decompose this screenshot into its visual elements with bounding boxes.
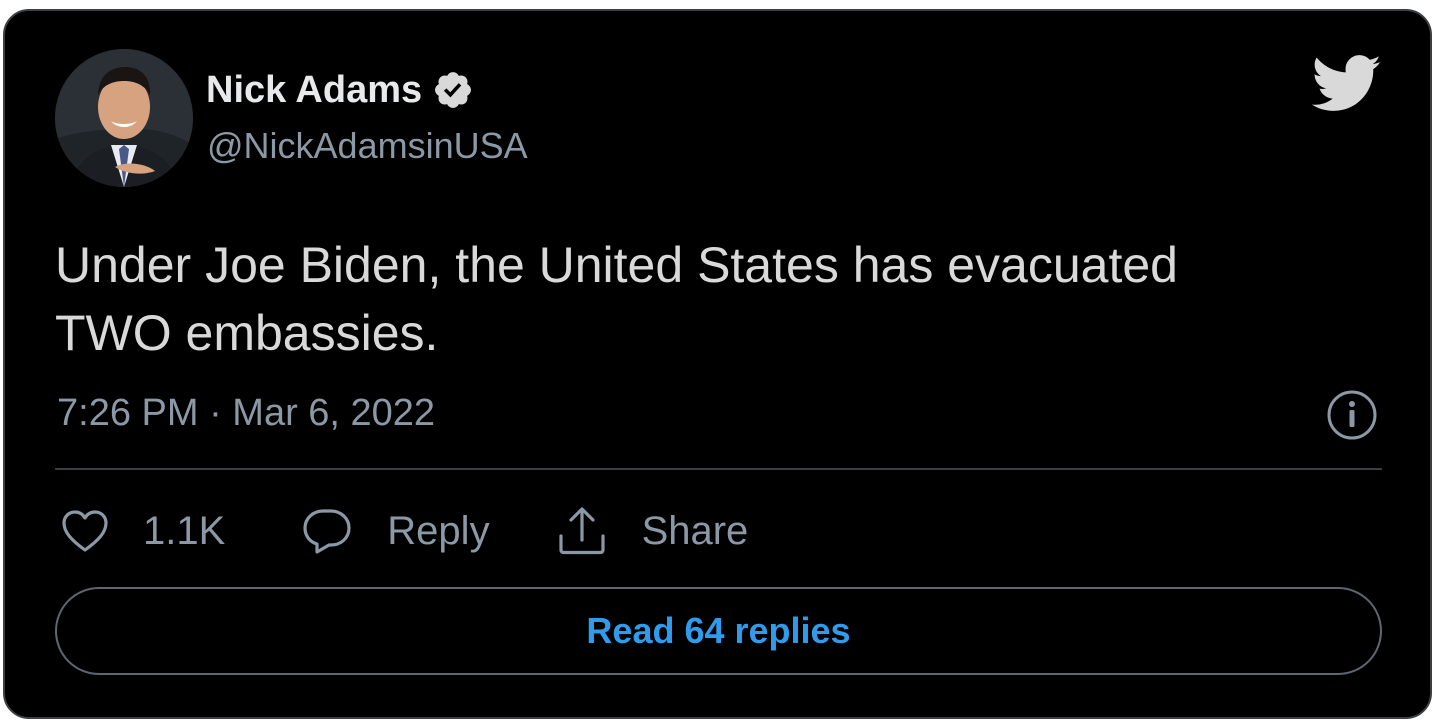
info-icon[interactable] [1326,389,1378,441]
speech-bubble-icon [301,507,353,555]
like-button[interactable]: 1.1K [61,509,225,553]
action-bar: 1.1K Reply Share [61,501,748,561]
read-replies-label: Read 64 replies [586,610,851,651]
heart-icon [61,509,109,553]
avatar[interactable] [55,49,193,187]
read-replies-button[interactable]: Read 64 replies [55,587,1382,675]
tweet-timestamp[interactable]: 7:26 PM · Mar 6, 2022 [57,394,435,432]
divider [55,468,1382,470]
like-count: 1.1K [143,509,226,553]
tweet-card: Nick Adams @NickAdamsinUSA Under Joe Bid… [3,9,1432,719]
avatar-photo-icon [55,49,193,187]
author-name-row: Nick Adams [206,69,474,111]
share-button[interactable]: Share [556,506,749,556]
tweet-text: Under Joe Biden, the United States has e… [55,237,1178,361]
twitter-bird-icon[interactable] [1311,53,1382,115]
verified-badge-icon [432,69,474,111]
reply-button[interactable]: Reply [301,507,490,555]
author-handle[interactable]: @NickAdamsinUSA [207,128,528,164]
share-label: Share [641,509,749,553]
share-upload-icon [556,506,608,556]
author-display-name[interactable]: Nick Adams [206,71,422,109]
reply-label: Reply [387,509,490,553]
